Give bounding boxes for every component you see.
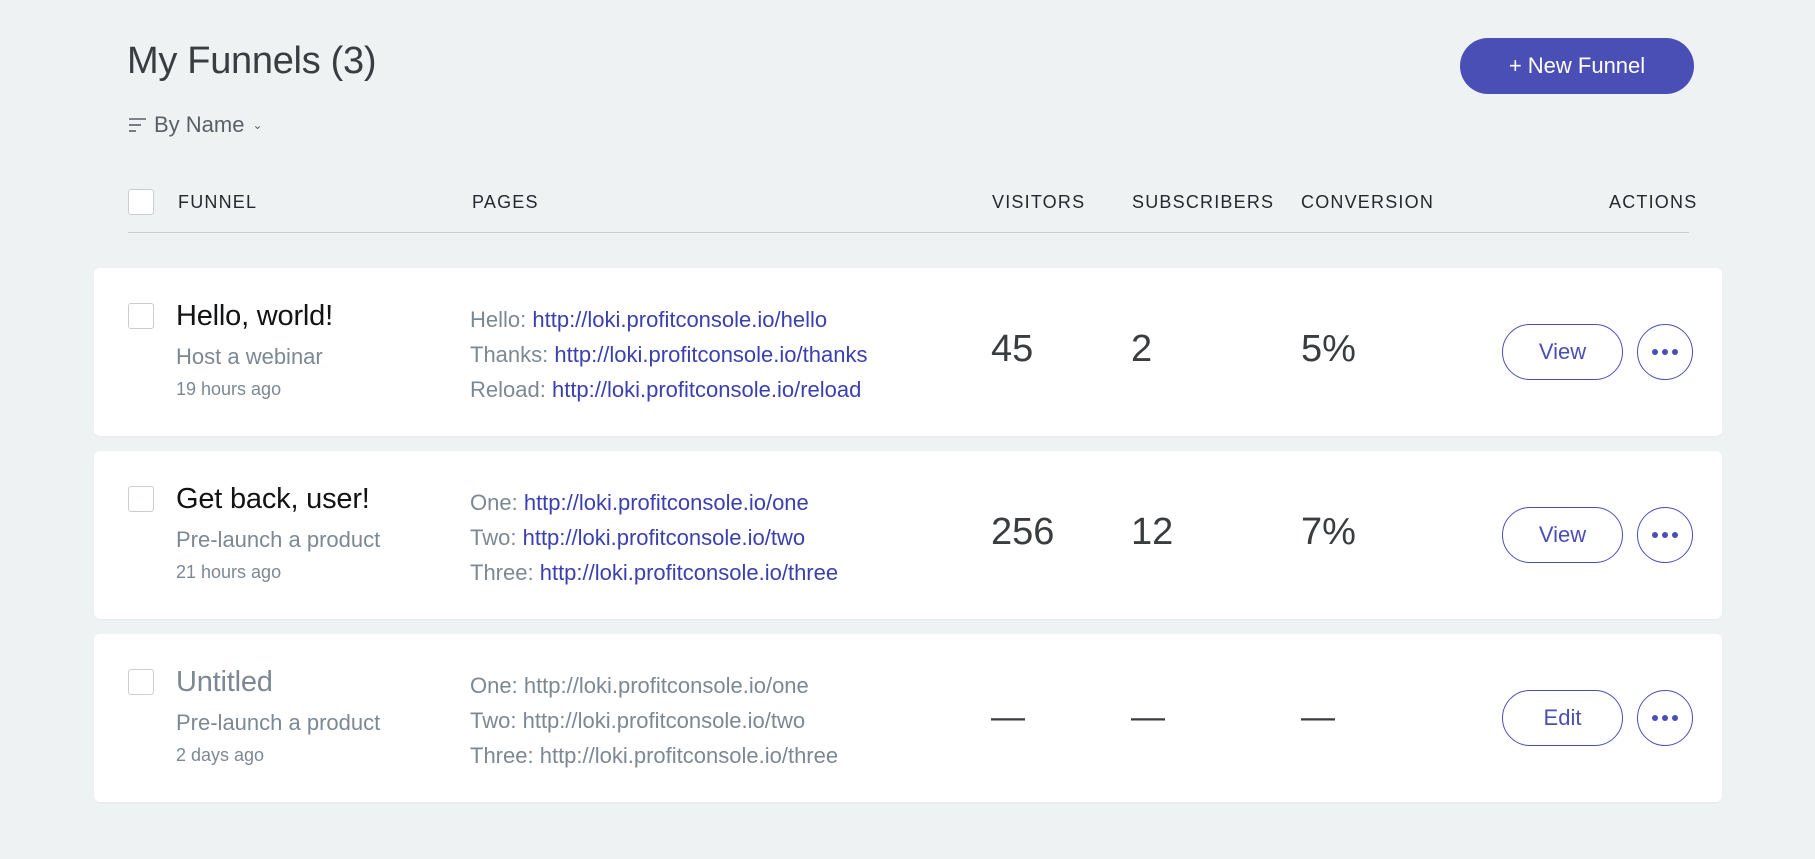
page-label: Two: — [470, 708, 517, 733]
page-link[interactable]: http://loki.profitconsole.io/three — [540, 560, 838, 585]
page-link[interactable]: http://loki.profitconsole.io/reload — [552, 377, 861, 402]
page-link[interactable]: http://loki.profitconsole.io/one — [524, 490, 809, 515]
column-header-subscribers: SUBSCRIBERS — [1132, 192, 1275, 212]
visitors-value: 45 — [991, 328, 1034, 370]
page-entry: Three: http://loki.profitconsole.io/thre… — [470, 555, 838, 590]
funnel-type: Host a webinar — [176, 344, 323, 369]
page-entry: One: http://loki.profitconsole.io/one — [470, 485, 838, 520]
page-label: One: — [470, 673, 518, 698]
page-entry: Two: http://loki.profitconsole.io/two — [470, 703, 838, 738]
new-funnel-button[interactable]: + New Funnel — [1460, 38, 1694, 94]
funnel-age: 2 days ago — [176, 745, 265, 765]
page-entry: One: http://loki.profitconsole.io/one — [470, 668, 838, 703]
funnel-age: 19 hours ago — [176, 379, 282, 399]
page-label: Thanks: — [470, 342, 549, 367]
table-row: Get back, user! Pre-launch a product 21 … — [94, 451, 1722, 619]
subscribers-value: 2 — [1131, 328, 1153, 370]
table-header: FUNNEL PAGES VISITORS SUBSCRIBERS CONVER… — [128, 178, 1696, 233]
more-actions-button[interactable] — [1637, 324, 1693, 380]
column-header-conversion: CONVERSION — [1301, 192, 1435, 212]
page-url: http://loki.profitconsole.io/one — [523, 673, 809, 698]
column-header-funnel: FUNNEL — [178, 192, 258, 212]
view-button[interactable]: View — [1502, 324, 1623, 380]
table-row: Hello, world! Host a webinar 19 hours ag… — [94, 268, 1722, 436]
page-entry: Thanks: http://loki.profitconsole.io/tha… — [470, 337, 867, 372]
page-label: Reload: — [470, 377, 546, 402]
page-title: My Funnels (3) — [127, 40, 377, 82]
sort-dropdown[interactable]: By Name ⌄ — [128, 112, 263, 138]
page-link[interactable]: http://loki.profitconsole.io/hello — [532, 307, 827, 332]
row-checkbox[interactable] — [128, 669, 154, 695]
page-label: Three: — [470, 743, 534, 768]
visitors-value: — — [991, 698, 1025, 736]
more-actions-button[interactable] — [1637, 507, 1693, 563]
row-checkbox[interactable] — [128, 486, 154, 512]
sort-lines-icon — [129, 118, 146, 132]
conversion-value: — — [1301, 698, 1335, 736]
page-url: http://loki.profitconsole.io/two — [522, 708, 806, 733]
page-label: Three: — [470, 560, 534, 585]
chevron-down-icon: ⌄ — [252, 118, 263, 132]
page-entry: Two: http://loki.profitconsole.io/two — [470, 520, 838, 555]
funnel-type: Pre-launch a product — [176, 527, 381, 552]
funnel-type: Pre-launch a product — [176, 710, 381, 735]
column-header-visitors: VISITORS — [992, 192, 1086, 212]
funnel-name[interactable]: Hello, world! — [176, 300, 333, 333]
conversion-value: 5% — [1301, 328, 1356, 370]
funnel-name[interactable]: Get back, user! — [176, 483, 370, 516]
column-header-pages: PAGES — [472, 192, 539, 212]
table-row: Untitled Pre-launch a product 2 days ago… — [94, 634, 1722, 802]
view-button[interactable]: View — [1502, 507, 1623, 563]
page-entry: Three: http://loki.profitconsole.io/thre… — [470, 738, 838, 773]
page-entry: Hello: http://loki.profitconsole.io/hell… — [470, 302, 867, 337]
sort-label: By Name — [154, 112, 245, 137]
column-header-actions: ACTIONS — [1609, 192, 1698, 212]
edit-button[interactable]: Edit — [1502, 690, 1623, 746]
select-all-checkbox[interactable] — [128, 189, 154, 215]
subscribers-value: 12 — [1131, 511, 1174, 553]
conversion-value: 7% — [1301, 511, 1356, 553]
more-dots-icon — [1652, 532, 1678, 538]
funnel-pages: One: http://loki.profitconsole.io/one Tw… — [470, 668, 838, 773]
more-dots-icon — [1652, 349, 1678, 355]
page-label: One: — [470, 490, 518, 515]
more-dots-icon — [1652, 715, 1678, 721]
funnel-name[interactable]: Untitled — [176, 666, 273, 699]
page-label: Hello: — [470, 307, 527, 332]
funnel-pages: One: http://loki.profitconsole.io/one Tw… — [470, 485, 838, 590]
row-checkbox[interactable] — [128, 303, 154, 329]
page-url: http://loki.profitconsole.io/three — [539, 743, 839, 768]
funnel-pages: Hello: http://loki.profitconsole.io/hell… — [470, 302, 867, 407]
page-link[interactable]: http://loki.profitconsole.io/two — [523, 525, 805, 550]
page-link[interactable]: http://loki.profitconsole.io/thanks — [554, 342, 867, 367]
funnel-age: 21 hours ago — [176, 562, 282, 582]
more-actions-button[interactable] — [1637, 690, 1693, 746]
visitors-value: 256 — [991, 511, 1055, 553]
subscribers-value: — — [1131, 698, 1165, 736]
page-label: Two: — [470, 525, 517, 550]
page-entry: Reload: http://loki.profitconsole.io/rel… — [470, 372, 867, 407]
